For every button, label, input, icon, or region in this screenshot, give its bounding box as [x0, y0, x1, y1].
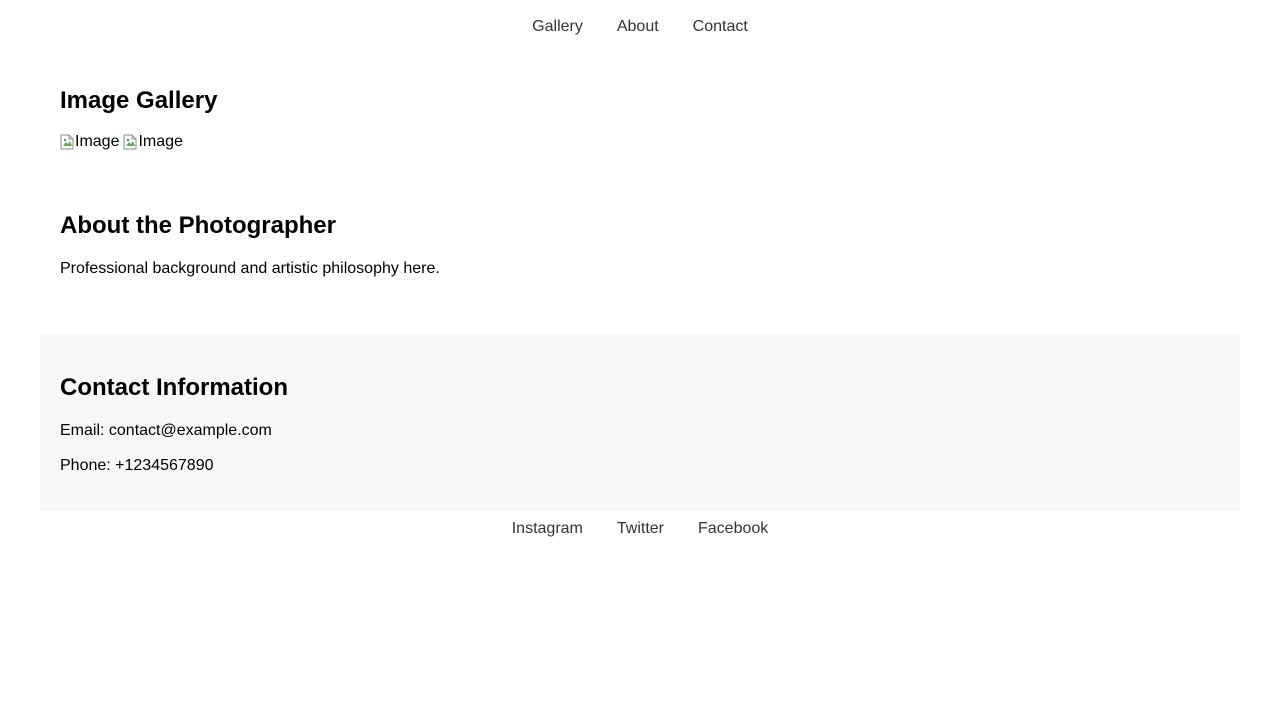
about-title: About the Photographer: [60, 212, 336, 239]
about-section: About the Photographer Professional back…: [60, 212, 440, 278]
social-link-twitter[interactable]: Twitter: [617, 520, 664, 538]
gallery-section: Image Gallery Image Image: [60, 87, 217, 151]
nav-link-gallery[interactable]: Gallery: [532, 18, 583, 36]
contact-title: Contact Information: [60, 374, 288, 401]
nav-link-about[interactable]: About: [617, 18, 659, 36]
top-nav: Gallery About Contact: [0, 0, 1280, 54]
gallery-image-2: Image: [123, 132, 183, 151]
about-text: Professional background and artistic phi…: [60, 260, 440, 277]
social-link-instagram[interactable]: Instagram: [512, 520, 583, 538]
contact-email: Email: contact@example.com: [60, 422, 272, 439]
gallery-image-alt: Image: [75, 133, 120, 150]
gallery-image-alt: Image: [138, 133, 183, 150]
nav-link-contact[interactable]: Contact: [693, 18, 748, 36]
gallery-title: Image Gallery: [60, 87, 218, 114]
social-links: Instagram Twitter Facebook: [0, 511, 1280, 547]
gallery-images: Image Image: [60, 132, 217, 151]
contact-section: Contact Information Email: contact@examp…: [40, 334, 1240, 511]
gallery-image-1: Image: [60, 132, 119, 151]
contact-phone: Phone: +1234567890: [60, 457, 214, 474]
broken-image-icon: [123, 134, 137, 150]
social-link-facebook[interactable]: Facebook: [698, 520, 768, 538]
broken-image-icon: [60, 134, 74, 150]
